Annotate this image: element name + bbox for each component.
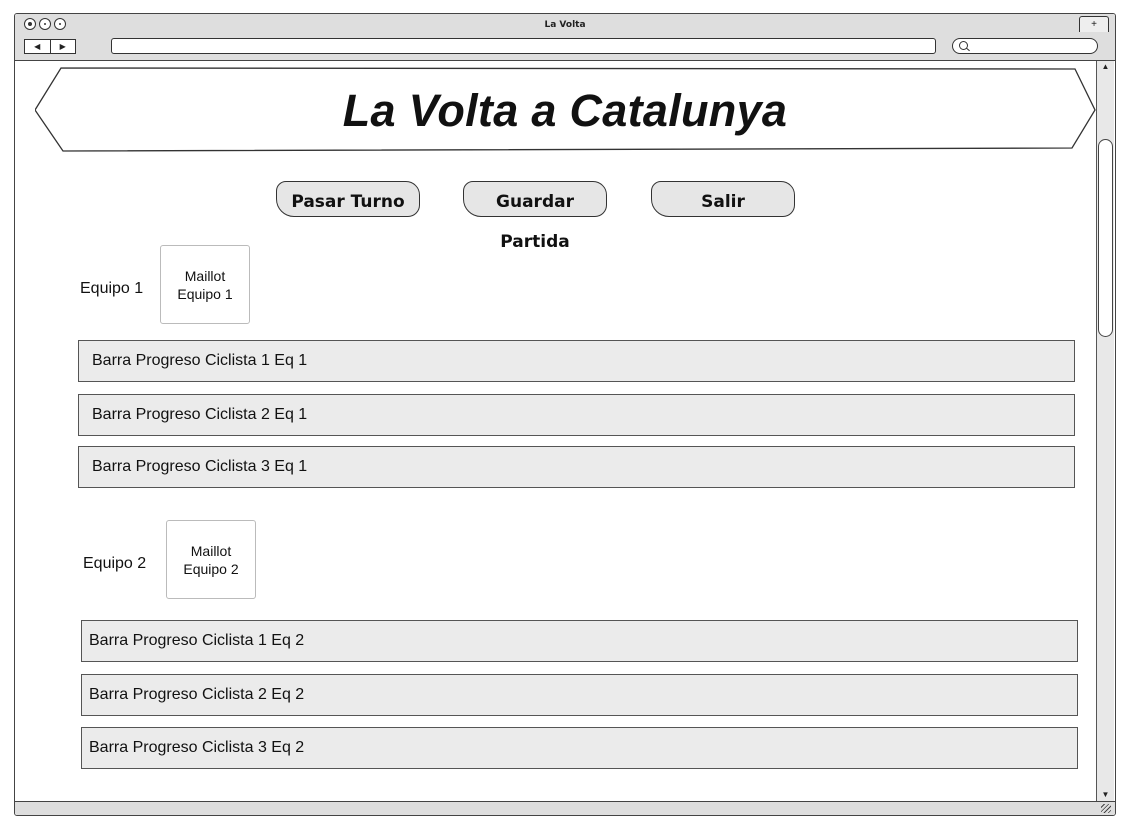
save-game-button[interactable]: Guardar Partida (463, 181, 607, 252)
progress-bar-team1-cyclist2: Barra Progreso Ciclista 2 Eq 1 (78, 394, 1075, 436)
progress-bar-team2-cyclist3: Barra Progreso Ciclista 3 Eq 2 (81, 727, 1078, 769)
team-2-label: Equipo 2 (83, 555, 147, 572)
forward-button[interactable]: ▶ (51, 40, 76, 53)
new-tab-button[interactable]: + (1079, 16, 1109, 32)
window-title: La Volta (544, 20, 586, 30)
scrollbar-thumb[interactable] (1098, 139, 1113, 337)
team-2-jersey: Maillot Equipo 2 (166, 520, 256, 599)
jersey-label-line1: Maillot (184, 267, 226, 284)
title-bar: La Volta + ◀ ▶ (15, 14, 1115, 61)
jersey-label-line1: Maillot (190, 542, 232, 559)
pass-turn-button[interactable]: Pasar Turno (276, 181, 420, 217)
team-1-jersey: Maillot Equipo 1 (160, 245, 250, 324)
progress-bar-team2-cyclist2: Barra Progreso Ciclista 2 Eq 2 (81, 674, 1078, 716)
jersey-label-line2: Equipo 2 (183, 560, 239, 577)
exit-button[interactable]: Salir (651, 181, 795, 217)
scroll-up-arrow-icon[interactable]: ▲ (1097, 61, 1114, 73)
page-title: La Volta a Catalunya (342, 85, 788, 136)
resize-grip-icon[interactable] (1101, 804, 1111, 813)
progress-bar-team2-cyclist1: Barra Progreso Ciclista 1 Eq 2 (81, 620, 1078, 662)
address-bar[interactable] (111, 38, 936, 54)
vertical-scrollbar[interactable]: ▲ ▼ (1096, 61, 1114, 801)
search-field[interactable] (952, 38, 1098, 54)
progress-bar-team1-cyclist1: Barra Progreso Ciclista 1 Eq 1 (78, 340, 1075, 382)
progress-bar-team1-cyclist3: Barra Progreso Ciclista 3 Eq 1 (78, 446, 1075, 488)
nav-buttons: ◀ ▶ (24, 39, 76, 54)
back-button[interactable]: ◀ (25, 40, 51, 53)
jersey-label-line2: Equipo 1 (177, 285, 233, 302)
browser-window: La Volta + ◀ ▶ La Volta a Catalunya Pasa… (14, 13, 1116, 816)
team-1-label: Equipo 1 (80, 280, 144, 297)
status-bar (15, 801, 1115, 815)
scroll-down-arrow-icon[interactable]: ▼ (1097, 789, 1114, 801)
page-content: La Volta a Catalunya Pasar Turno Guardar… (15, 61, 1096, 801)
search-icon (959, 41, 968, 50)
